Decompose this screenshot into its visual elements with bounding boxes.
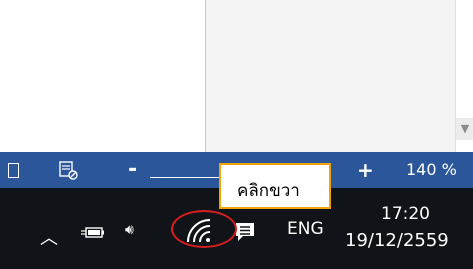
- instruction-callout: คลิกขวา: [219, 163, 331, 209]
- action-center-icon[interactable]: [234, 221, 256, 243]
- show-hidden-icons-chevron-icon[interactable]: ︿: [40, 224, 58, 250]
- battery-power-icon[interactable]: [80, 224, 106, 240]
- clock-date[interactable]: 19/12/2559: [345, 230, 449, 251]
- zoom-level-label[interactable]: 140 %: [406, 152, 457, 188]
- document-area: ▼: [0, 0, 473, 152]
- print-layout-icon[interactable]: [6, 152, 20, 188]
- volume-icon[interactable]: 🔊︎: [125, 222, 134, 238]
- clock-time[interactable]: 17:20: [381, 204, 430, 224]
- callout-text: คลิกขวา: [237, 181, 300, 201]
- input-language-indicator[interactable]: ENG: [287, 219, 324, 239]
- zoom-in-button[interactable]: +: [357, 152, 374, 188]
- page-edge: [205, 0, 456, 152]
- zoom-out-button[interactable]: -: [128, 152, 137, 188]
- vertical-scrollbar[interactable]: ▼: [455, 0, 473, 152]
- highlight-circle: [171, 210, 237, 248]
- scroll-down-arrow-icon[interactable]: ▼: [456, 118, 473, 140]
- proofing-status-icon[interactable]: [58, 152, 80, 188]
